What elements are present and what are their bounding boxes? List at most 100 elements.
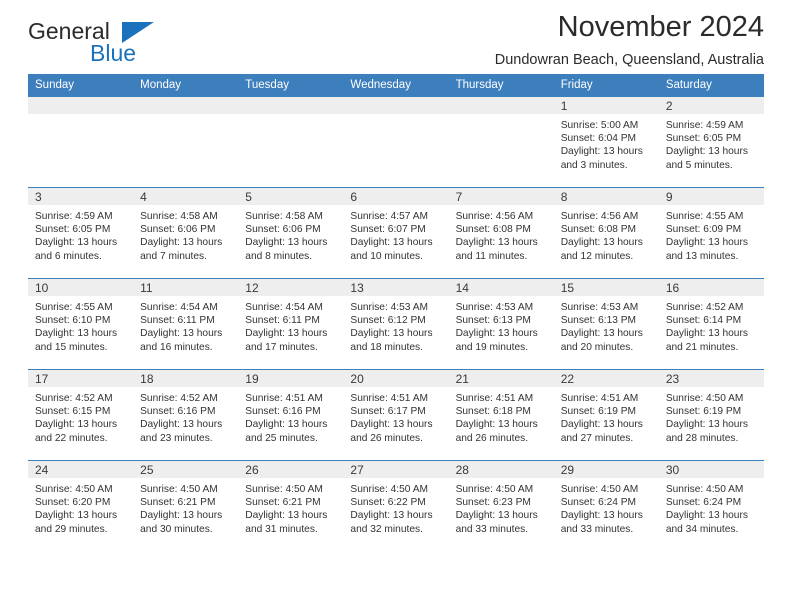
daylight-text-line1: Daylight: 13 hours <box>35 237 118 249</box>
daylight-text-line1: Daylight: 13 hours <box>140 328 223 340</box>
day-cell-inner: 26 Sunrise: 4:50 AM Sunset: 6:21 PM Dayligh… <box>238 461 344 551</box>
sunrise-text: Sunrise: 4:53 AM <box>560 302 639 313</box>
day-details: Sunrise: 4:51 AM Sunset: 6:17 PM Daylight:… <box>343 387 448 445</box>
sunset-text: Sunset: 6:09 PM <box>665 224 742 236</box>
calendar-day-cell[interactable]: 24 Sunrise: 4:50 AM Sunset: 6:20 PM Dayligh… <box>28 460 134 551</box>
calendar-day-cell[interactable]: 23 Sunrise: 4:50 AM Sunset: 6:19 PM Dayligh… <box>658 369 764 461</box>
daylight-text-line1: Daylight: 13 hours <box>455 237 538 249</box>
sunrise-text: Sunrise: 4:52 AM <box>140 393 218 404</box>
calendar-day-cell[interactable]: 7 Sunrise: 4:56 AM Sunset: 6:08 PM Daylight… <box>448 187 554 279</box>
day-number: 30 <box>658 461 764 478</box>
sunrise-text: Sunrise: 4:53 AM <box>350 302 429 313</box>
calendar-day-cell[interactable]: 9 Sunrise: 4:55 AM Sunset: 6:09 PM Daylight… <box>658 187 764 279</box>
day-cell-inner <box>448 97 554 187</box>
calendar-day-cell[interactable]: 10 Sunrise: 4:55 AM Sunset: 6:10 PM Dayligh… <box>28 278 134 370</box>
calendar-day-cell[interactable]: 17 Sunrise: 4:52 AM Sunset: 6:15 PM Dayligh… <box>28 369 134 461</box>
day-number: 21 <box>448 370 554 387</box>
calendar-day-cell[interactable]: 30 Sunrise: 4:50 AM Sunset: 6:24 PM Dayligh… <box>658 460 764 551</box>
daylight-text-line1: Daylight: 13 hours <box>140 237 223 249</box>
calendar-day-cell[interactable]: 6 Sunrise: 4:57 AM Sunset: 6:07 PM Daylight… <box>343 187 449 279</box>
day-details: Sunrise: 4:54 AM Sunset: 6:11 PM Daylight:… <box>238 296 343 354</box>
sunset-text: Sunset: 6:10 PM <box>35 315 111 327</box>
sunrise-text: Sunrise: 4:59 AM <box>35 211 113 222</box>
daylight-text-line2: and 17 minutes. <box>245 341 318 353</box>
day-details: Sunrise: 4:52 AM Sunset: 6:16 PM Daylight:… <box>133 387 238 445</box>
calendar-day-cell[interactable]: 15 Sunrise: 4:53 AM Sunset: 6:13 PM Dayligh… <box>553 278 659 370</box>
sunset-text: Sunset: 6:24 PM <box>665 497 742 509</box>
calendar-day-cell[interactable]: 4 Sunrise: 4:58 AM Sunset: 6:06 PM Daylight… <box>133 187 239 279</box>
calendar-day-cell[interactable]: 12 Sunrise: 4:54 AM Sunset: 6:11 PM Dayligh… <box>238 278 344 370</box>
calendar-day-cell[interactable]: 20 Sunrise: 4:51 AM Sunset: 6:17 PM Dayligh… <box>343 369 449 461</box>
calendar-day-cell-empty <box>448 97 554 188</box>
day-cell-inner: 11 Sunrise: 4:54 AM Sunset: 6:11 PM Dayligh… <box>133 279 239 369</box>
calendar-week-row: 3 Sunrise: 4:59 AM Sunset: 6:05 PM Daylight… <box>28 187 764 279</box>
calendar-day-cell[interactable]: 5 Sunrise: 4:58 AM Sunset: 6:06 PM Daylight… <box>238 187 344 279</box>
sunrise-text: Sunrise: 4:54 AM <box>140 302 218 313</box>
daylight-text-line1: Daylight: 13 hours <box>245 510 328 522</box>
sunrise-text: Sunrise: 4:58 AM <box>140 211 218 222</box>
weekday-header-sunday: Sunday <box>28 74 134 97</box>
daylight-text-line2: and 11 minutes. <box>455 250 528 262</box>
sunrise-text: Sunrise: 4:50 AM <box>350 484 429 495</box>
day-number: 20 <box>343 370 449 387</box>
calendar-day-cell[interactable]: 16 Sunrise: 4:52 AM Sunset: 6:14 PM Dayligh… <box>658 278 764 370</box>
daylight-text-line2: and 23 minutes. <box>140 432 213 444</box>
daylight-text-line1: Daylight: 13 hours <box>560 510 643 522</box>
page-subtitle: Dundowran Beach, Queensland, Australia <box>494 51 764 68</box>
page-title: November 2024 <box>557 11 764 43</box>
daylight-text-line1: Daylight: 13 hours <box>245 328 328 340</box>
daylight-text-line2: and 33 minutes. <box>455 523 529 535</box>
calendar-day-cell-empty <box>133 97 239 188</box>
day-number <box>133 97 239 114</box>
daylight-text-line1: Daylight: 13 hours <box>350 237 433 249</box>
daylight-text-line2: and 33 minutes. <box>560 523 634 535</box>
day-number: 6 <box>343 188 449 205</box>
sunrise-text: Sunrise: 4:51 AM <box>245 393 323 404</box>
calendar-day-cell[interactable]: 19 Sunrise: 4:51 AM Sunset: 6:16 PM Dayligh… <box>238 369 344 461</box>
calendar-day-cell[interactable]: 21 Sunrise: 4:51 AM Sunset: 6:18 PM Dayligh… <box>448 369 554 461</box>
sunrise-text: Sunrise: 4:50 AM <box>560 484 639 495</box>
sunset-text: Sunset: 6:21 PM <box>140 497 216 509</box>
day-cell-inner: 25 Sunrise: 4:50 AM Sunset: 6:21 PM Dayligh… <box>133 461 239 551</box>
sunrise-text: Sunrise: 4:58 AM <box>245 211 323 222</box>
calendar-week-row: 10 Sunrise: 4:55 AM Sunset: 6:10 PM Dayligh… <box>28 278 764 370</box>
day-cell-inner: 24 Sunrise: 4:50 AM Sunset: 6:20 PM Dayligh… <box>28 461 134 551</box>
day-number: 9 <box>658 188 764 205</box>
calendar-day-cell[interactable]: 27 Sunrise: 4:50 AM Sunset: 6:22 PM Dayligh… <box>343 460 449 551</box>
day-details: Sunrise: 4:59 AM Sunset: 6:05 PM Daylight:… <box>659 114 764 172</box>
calendar-day-cell[interactable]: 18 Sunrise: 4:52 AM Sunset: 6:16 PM Dayligh… <box>133 369 239 461</box>
calendar-day-cell[interactable]: 8 Sunrise: 4:56 AM Sunset: 6:08 PM Daylight… <box>553 187 659 279</box>
sunrise-text: Sunrise: 5:00 AM <box>560 120 639 131</box>
calendar-day-cell[interactable]: 25 Sunrise: 4:50 AM Sunset: 6:21 PM Dayligh… <box>133 460 239 551</box>
calendar-week-row: 24 Sunrise: 4:50 AM Sunset: 6:20 PM Dayligh… <box>28 460 764 551</box>
calendar-day-cell[interactable]: 29 Sunrise: 4:50 AM Sunset: 6:24 PM Dayligh… <box>553 460 659 551</box>
sunset-text: Sunset: 6:11 PM <box>245 315 320 327</box>
daylight-text-line2: and 15 minutes. <box>35 341 108 353</box>
day-number: 19 <box>238 370 344 387</box>
sunset-text: Sunset: 6:13 PM <box>560 315 637 327</box>
calendar-day-cell[interactable]: 22 Sunrise: 4:51 AM Sunset: 6:19 PM Dayligh… <box>553 369 659 461</box>
calendar-day-cell[interactable]: 14 Sunrise: 4:53 AM Sunset: 6:13 PM Dayligh… <box>448 278 554 370</box>
sunrise-text: Sunrise: 4:50 AM <box>665 393 744 404</box>
sunset-text: Sunset: 6:23 PM <box>455 497 531 509</box>
calendar-day-cell[interactable]: 3 Sunrise: 4:59 AM Sunset: 6:05 PM Daylight… <box>28 187 134 279</box>
daylight-text-line1: Daylight: 13 hours <box>665 146 748 158</box>
day-details: Sunrise: 4:51 AM Sunset: 6:18 PM Daylight:… <box>449 387 554 445</box>
sunset-text: Sunset: 6:12 PM <box>350 315 426 327</box>
daylight-text-line2: and 29 minutes. <box>35 523 108 535</box>
day-details: Sunrise: 4:50 AM Sunset: 6:20 PM Daylight:… <box>28 478 133 536</box>
calendar-day-cell[interactable]: 28 Sunrise: 4:50 AM Sunset: 6:23 PM Dayligh… <box>448 460 554 551</box>
calendar-day-cell[interactable]: 11 Sunrise: 4:54 AM Sunset: 6:11 PM Dayligh… <box>133 278 239 370</box>
sunset-text: Sunset: 6:16 PM <box>245 406 321 418</box>
daylight-text-line1: Daylight: 13 hours <box>455 328 538 340</box>
sunrise-text: Sunrise: 4:50 AM <box>665 484 744 495</box>
calendar-day-cell[interactable]: 2 Sunrise: 4:59 AM Sunset: 6:05 PM Daylight… <box>658 97 764 188</box>
calendar-day-cell[interactable]: 1 Sunrise: 5:00 AM Sunset: 6:04 PM Daylight… <box>553 97 659 188</box>
brand-logo[interactable]: General Blue <box>28 18 218 74</box>
calendar-day-cell[interactable]: 26 Sunrise: 4:50 AM Sunset: 6:21 PM Dayligh… <box>238 460 344 551</box>
daylight-text-line1: Daylight: 13 hours <box>140 510 223 522</box>
calendar-day-cell[interactable]: 13 Sunrise: 4:53 AM Sunset: 6:12 PM Dayligh… <box>343 278 449 370</box>
daylight-text-line1: Daylight: 13 hours <box>560 146 643 158</box>
day-details: Sunrise: 4:50 AM Sunset: 6:19 PM Daylight:… <box>659 387 764 445</box>
day-cell-inner: 8 Sunrise: 4:56 AM Sunset: 6:08 PM Daylight… <box>553 188 659 278</box>
